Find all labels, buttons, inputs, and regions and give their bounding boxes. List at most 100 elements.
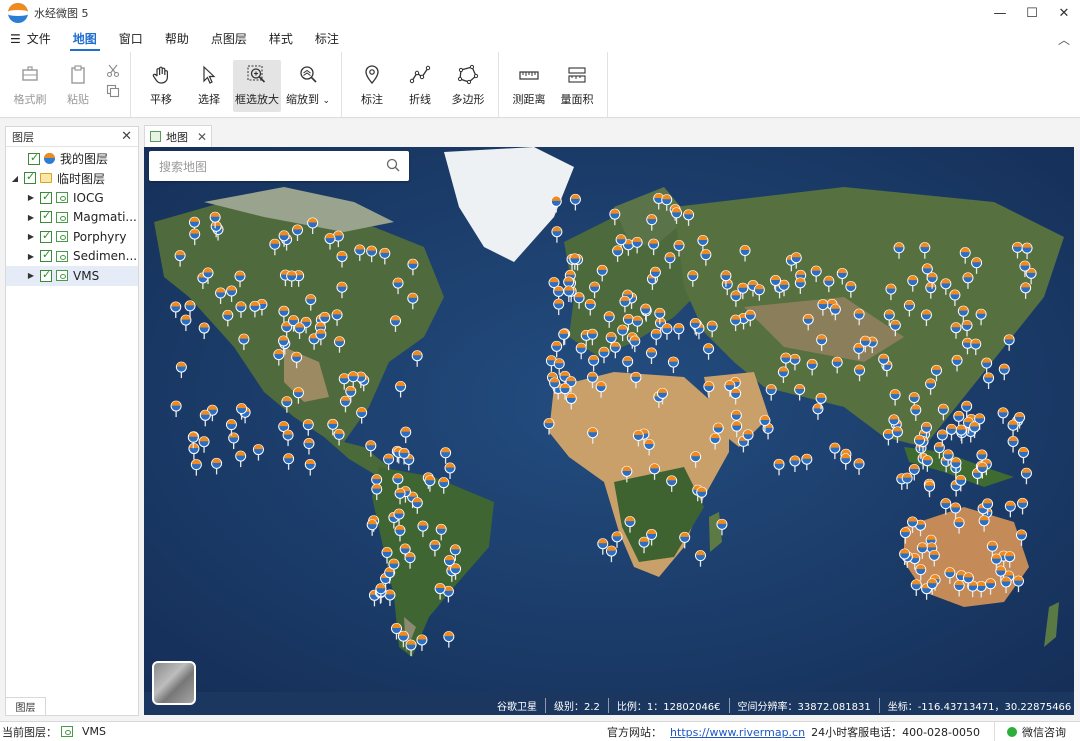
area-ruler-icon — [568, 67, 586, 83]
search-icon[interactable] — [386, 158, 400, 172]
select-label: 选择 — [198, 93, 220, 106]
chevron-down-icon[interactable]: ⌄ — [322, 96, 330, 106]
scissors-icon[interactable] — [106, 64, 120, 78]
copy-icon[interactable] — [106, 84, 120, 98]
close-button[interactable]: ✕ — [1048, 0, 1080, 26]
box-zoom-button[interactable]: 框选放大 — [233, 60, 281, 112]
polygon-label: 多边形 — [451, 93, 485, 106]
satellite-basemap[interactable] — [144, 147, 1074, 715]
status-bar: 当前图层： VMS 官方网站： https://www.rivermap.cn … — [0, 721, 1080, 741]
window-controls: — ☐ ✕ — [984, 0, 1080, 26]
layer-row-porphyry[interactable]: ▶ Porphyry — [6, 227, 138, 247]
layers-panel-title: 图层 — [12, 130, 34, 144]
menu-file[interactable]: ☰ 文件 — [0, 26, 62, 52]
layer-row-magmatic[interactable]: ▶ Magmati... — [6, 208, 138, 228]
status-right: 官方网站： https://www.rivermap.cn 24小时客服电话：4… — [607, 722, 1080, 741]
layer-label: IOCG — [73, 190, 104, 205]
layer-checkbox[interactable] — [28, 151, 40, 165]
map-view[interactable]: 搜索地图 谷歌卫星 级别：2.2 比例：1：12802046€ 空间分辨率：33… — [144, 147, 1074, 715]
polygon-button[interactable]: 多边形 — [444, 60, 492, 112]
measure-distance-label: 测距离 — [512, 93, 546, 106]
box-zoom-icon — [247, 65, 266, 83]
paste-button[interactable]: 粘贴 — [54, 60, 102, 112]
layers-footer-tab[interactable]: 图层 — [6, 697, 46, 715]
current-layer-status: 当前图层： VMS — [0, 724, 106, 740]
paste-icon — [71, 65, 85, 84]
layer-label: 我的图层 — [60, 152, 109, 167]
box-zoom-label: 框选放大 — [235, 93, 279, 106]
polyline-button[interactable]: 折线 — [396, 60, 444, 112]
layer-checkbox[interactable] — [40, 190, 52, 204]
menu-file-label: 文件 — [26, 32, 51, 46]
layer-label: Magmati... — [73, 210, 137, 225]
map-resolution: 空间分辨率：33872.081831 — [730, 697, 880, 713]
layer-checkbox[interactable] — [40, 229, 52, 243]
menu-style[interactable]: 样式 — [258, 26, 304, 52]
zoom-to-button[interactable]: 缩放到 ⌄ — [281, 60, 335, 112]
layer-checkbox[interactable] — [40, 209, 52, 224]
ribbon-toolbar: 格式刷 粘贴 平移 选择 框选放大 缩放到 ⌄ 标注 折线 多边形 测距离 量面… — [0, 52, 1080, 118]
collapse-arrow-icon[interactable]: ▶ — [26, 213, 36, 222]
pan-label: 平移 — [150, 93, 172, 106]
point-layer-icon — [56, 231, 68, 243]
menu-help[interactable]: 帮助 — [154, 26, 200, 52]
mark-label: 标注 — [361, 93, 383, 106]
wechat-consult-button[interactable]: 微信咨询 — [994, 722, 1080, 741]
basemap-switch-button[interactable] — [152, 661, 196, 705]
layer-row-vms[interactable]: ▶ VMS — [6, 266, 138, 286]
minimize-button[interactable]: — — [984, 0, 1016, 26]
measure-area-label: 量面积 — [560, 93, 594, 106]
polyline-label: 折线 — [409, 93, 431, 106]
measure-area-button[interactable]: 量面积 — [553, 60, 601, 112]
current-layer-value: VMS — [82, 725, 106, 738]
collapse-arrow-icon[interactable]: ▶ — [26, 232, 36, 241]
hotline-text: 24小时客服电话：400-028-0050 — [811, 726, 980, 739]
polyline-icon — [409, 65, 431, 84]
menu-point-layer[interactable]: 点图层 — [200, 26, 258, 52]
tab-map[interactable]: 地图 ✕ — [144, 125, 212, 147]
expand-arrow-icon[interactable]: ◢ — [10, 174, 20, 183]
format-brush-label: 格式刷 — [13, 93, 47, 106]
window-title: 水经微图 5 — [34, 7, 89, 20]
select-button[interactable]: 选择 — [185, 60, 233, 112]
map-coordinates: 坐标：-116.43713471，30.22875466 — [887, 701, 1072, 713]
measure-distance-button[interactable]: 测距离 — [505, 60, 553, 112]
layer-label: Sedimen... — [73, 249, 138, 264]
layers-panel: 图层 ✕ 我的图层 ◢ 临时图层 ▶ IOCG ▶ Magmati... ▶ — [5, 126, 139, 716]
hand-icon — [152, 66, 168, 84]
menu-annotation[interactable]: 标注 — [304, 26, 350, 52]
point-layer-icon — [56, 192, 68, 204]
layer-label: VMS — [73, 268, 100, 283]
layer-checkbox[interactable] — [40, 268, 52, 282]
chevron-up-icon[interactable]: ︿ — [1058, 31, 1070, 48]
map-source: 谷歌卫星 — [489, 697, 546, 713]
collapse-arrow-icon[interactable]: ▶ — [26, 252, 36, 261]
current-layer-label: 当前图层： — [2, 725, 57, 739]
mark-button[interactable]: 标注 — [348, 60, 396, 112]
close-icon[interactable]: ✕ — [121, 129, 132, 144]
site-link[interactable]: https://www.rivermap.cn — [670, 726, 805, 739]
layer-row-sedimentary[interactable]: ▶ Sedimen... — [6, 247, 138, 267]
layer-row-temp-layers[interactable]: ◢ 临时图层 — [6, 169, 138, 189]
format-brush-button[interactable]: 格式刷 — [6, 60, 54, 112]
layer-checkbox[interactable] — [24, 170, 36, 185]
site-label: 官方网站： — [607, 726, 663, 739]
map-search-box[interactable]: 搜索地图 — [149, 151, 409, 181]
layer-row-iocg[interactable]: ▶ IOCG — [6, 188, 138, 208]
pan-button[interactable]: 平移 — [137, 60, 185, 112]
menu-window[interactable]: 窗口 — [108, 26, 154, 52]
format-brush-icon — [22, 66, 38, 81]
menu-map[interactable]: 地图 — [62, 26, 108, 52]
menu-bar: ☰ 文件 地图 窗口 帮助 点图层 样式 标注 ︿ — [0, 26, 1080, 52]
collapse-arrow-icon[interactable]: ▶ — [26, 193, 36, 202]
layer-label: 临时图层 — [57, 171, 106, 186]
tab-close-icon[interactable]: ✕ — [197, 130, 207, 144]
map-status-bar: 谷歌卫星 级别：2.2 比例：1：12802046€ 空间分辨率：33872.0… — [489, 695, 1074, 715]
map-level: 级别：2.2 — [546, 697, 609, 713]
collapse-arrow-icon[interactable]: ▶ — [26, 271, 36, 280]
search-input[interactable]: 搜索地图 — [159, 158, 207, 175]
layer-row-my-layers[interactable]: 我的图层 — [6, 149, 138, 169]
layer-checkbox[interactable] — [40, 248, 52, 263]
point-layer-icon — [56, 211, 68, 223]
maximize-button[interactable]: ☐ — [1016, 0, 1048, 26]
